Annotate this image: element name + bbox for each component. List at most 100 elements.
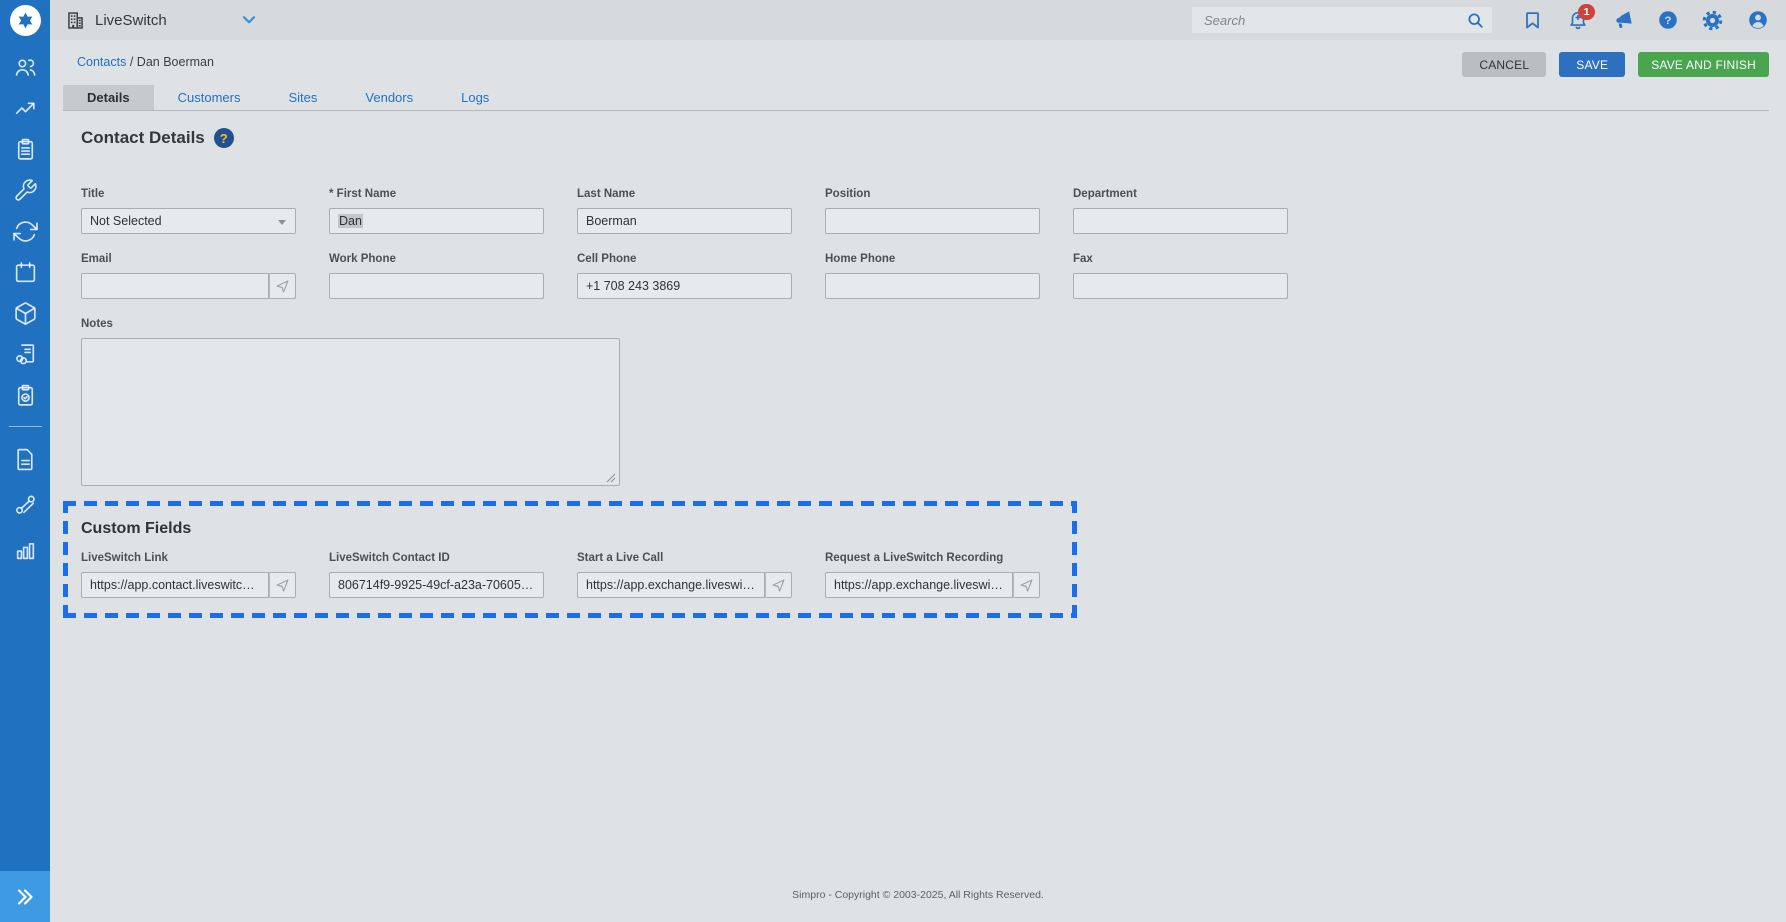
email-field-group: Email xyxy=(81,253,296,299)
clipboard-icon xyxy=(13,137,38,162)
live-call-field[interactable] xyxy=(577,572,765,598)
action-buttons: CANCEL SAVE SAVE AND FINISH xyxy=(1462,52,1769,77)
sidebar-item-sales[interactable] xyxy=(0,88,50,129)
help-icon: ? xyxy=(1657,9,1679,31)
fax-field[interactable] xyxy=(1073,273,1288,299)
tab-sites[interactable]: Sites xyxy=(265,85,342,110)
sidebar-item-recurring[interactable] xyxy=(0,211,50,252)
custom-fields-section: Custom Fields LiveSwitch Link LiveSwit xyxy=(63,501,1077,618)
page-icon xyxy=(13,447,38,472)
sidebar-item-schedule[interactable] xyxy=(0,252,50,293)
sidebar-item-utilities[interactable] xyxy=(0,482,50,527)
cube-icon xyxy=(13,301,38,326)
notification-badge: 1 xyxy=(1578,4,1595,20)
sidebar-divider xyxy=(9,426,42,427)
email-label: Email xyxy=(81,253,296,265)
liveswitch-link-open-button[interactable] xyxy=(269,572,296,598)
sidebar-item-invoices[interactable] xyxy=(0,334,50,375)
first-name-label: * First Name xyxy=(329,188,544,200)
save-and-finish-button[interactable]: SAVE AND FINISH xyxy=(1638,52,1769,77)
title-select[interactable]: Not Selected xyxy=(81,208,296,234)
help-button[interactable]: ? xyxy=(1645,0,1690,40)
custom-fields-row: LiveSwitch Link LiveSwitch Contact ID xyxy=(81,552,1059,598)
last-name-field[interactable] xyxy=(577,208,792,234)
first-name-field[interactable]: Dan xyxy=(329,208,544,234)
wrench-icon xyxy=(13,178,38,203)
company-name: LiveSwitch xyxy=(95,12,167,29)
liveswitch-link-field[interactable] xyxy=(81,572,269,598)
custom-fields-heading: Custom Fields xyxy=(81,520,1059,538)
announcements-button[interactable] xyxy=(1600,0,1645,40)
sidebar-item-analytics[interactable] xyxy=(0,527,50,572)
tab-details[interactable]: Details xyxy=(63,85,154,110)
cell-phone-field[interactable] xyxy=(577,273,792,299)
breadcrumb-contacts-link[interactable]: Contacts xyxy=(77,55,126,69)
position-field[interactable] xyxy=(825,208,1040,234)
topbar-right: 1 ? xyxy=(1192,0,1780,40)
save-button[interactable]: SAVE xyxy=(1559,52,1625,77)
contact-id-field[interactable] xyxy=(329,572,544,598)
search-icon xyxy=(1465,10,1486,31)
work-phone-label: Work Phone xyxy=(329,253,544,265)
search-button[interactable] xyxy=(1465,10,1486,31)
bookmark-button[interactable] xyxy=(1510,0,1555,40)
trend-chart-icon xyxy=(13,96,38,121)
send-icon xyxy=(275,578,290,593)
fax-field-group: Fax xyxy=(1073,253,1288,299)
work-phone-field[interactable] xyxy=(329,273,544,299)
home-phone-label: Home Phone xyxy=(825,253,1040,265)
sidebar-item-service[interactable] xyxy=(0,170,50,211)
notes-textarea[interactable] xyxy=(81,338,620,486)
search-box xyxy=(1192,7,1492,33)
department-field-group: Department xyxy=(1073,188,1288,234)
tab-logs[interactable]: Logs xyxy=(437,85,513,110)
home-phone-field[interactable] xyxy=(825,273,1040,299)
company-selector[interactable]: LiveSwitch xyxy=(65,10,259,31)
form-row-1: Title Not Selected * First Name Dan Last… xyxy=(81,188,1288,234)
sidebar-expand-button[interactable] xyxy=(0,871,50,922)
profile-button[interactable] xyxy=(1735,0,1780,40)
title-label: Title xyxy=(81,188,296,200)
footer-copyright: Simpro - Copyright © 2003-2025, All Righ… xyxy=(50,889,1786,901)
simpro-logo[interactable] xyxy=(0,0,50,40)
work-phone-field-group: Work Phone xyxy=(329,253,544,299)
sidebar-item-inventory[interactable] xyxy=(0,293,50,334)
send-icon xyxy=(771,578,786,593)
tab-customers[interactable]: Customers xyxy=(154,85,265,110)
sidebar-item-projects[interactable] xyxy=(0,129,50,170)
department-field[interactable] xyxy=(1073,208,1288,234)
bookmark-icon xyxy=(1522,10,1543,31)
megaphone-icon xyxy=(1612,9,1634,31)
resize-handle-icon[interactable] xyxy=(606,473,616,483)
breadcrumb: Contacts / Dan Boerman xyxy=(77,55,214,69)
position-field-group: Position xyxy=(825,188,1040,234)
cancel-button[interactable]: CANCEL xyxy=(1462,52,1546,77)
help-circle-icon[interactable]: ? xyxy=(214,128,234,148)
profile-icon xyxy=(1747,9,1769,31)
search-input[interactable] xyxy=(1202,12,1465,29)
tab-vendors[interactable]: Vendors xyxy=(341,85,437,110)
notifications-button[interactable]: 1 xyxy=(1555,0,1600,40)
sidebar-item-people[interactable] xyxy=(0,47,50,88)
svg-text:?: ? xyxy=(1664,15,1671,27)
double-chevron-right-icon xyxy=(14,886,36,908)
first-name-selected-text: Dan xyxy=(338,214,363,228)
form-area: Contact Details ? Title Not Selected * F… xyxy=(81,128,1288,618)
chevron-down-icon[interactable] xyxy=(239,10,259,30)
cell-phone-label: Cell Phone xyxy=(577,253,792,265)
calendar-icon xyxy=(13,260,38,285)
clipboard-check-icon xyxy=(13,383,38,408)
recording-open-button[interactable] xyxy=(1013,572,1040,598)
sidebar-item-reports[interactable] xyxy=(0,437,50,482)
liveswitch-link-label: LiveSwitch Link xyxy=(81,552,296,564)
live-call-open-button[interactable] xyxy=(765,572,792,598)
email-field[interactable] xyxy=(81,273,269,299)
sidebar-item-tasks[interactable] xyxy=(0,375,50,416)
recording-field[interactable] xyxy=(825,572,1013,598)
page-title-row: Contact Details ? xyxy=(81,128,1288,148)
live-call-field-group: Start a Live Call xyxy=(577,552,792,598)
bar-chart-icon xyxy=(13,537,38,562)
settings-button[interactable] xyxy=(1690,0,1735,40)
notes-field-group: Notes xyxy=(81,318,1288,491)
email-send-button[interactable] xyxy=(269,273,296,299)
